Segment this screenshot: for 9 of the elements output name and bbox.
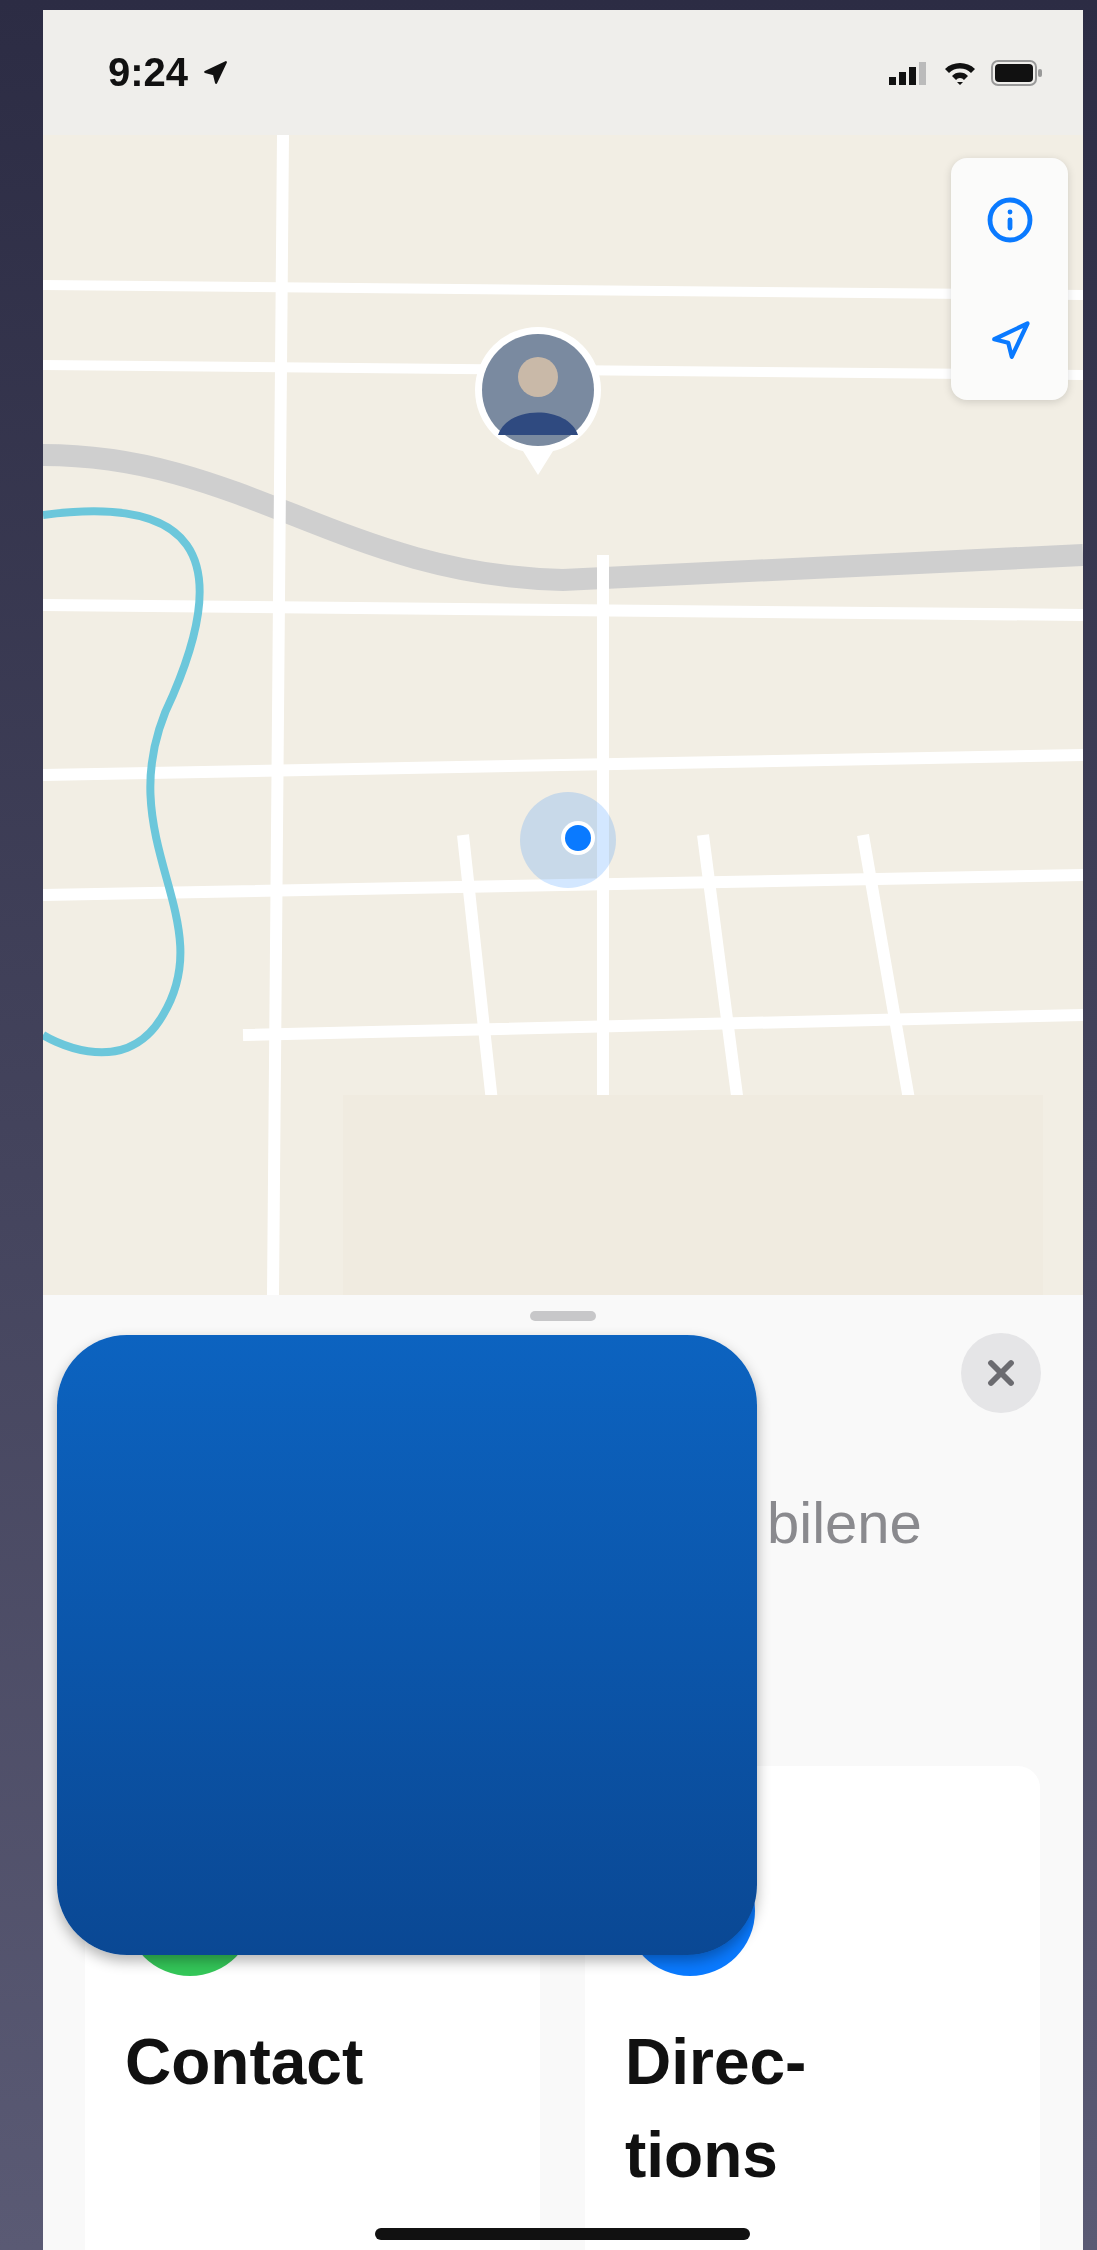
avatar-pin-icon xyxy=(473,325,603,475)
action-label: Direc-tions xyxy=(625,2025,808,2193)
status-time: 9:24 xyxy=(108,50,189,95)
location-dot-icon xyxy=(518,790,618,890)
location-arrow-icon xyxy=(202,59,229,86)
action-label: Contact xyxy=(125,2025,365,2100)
signal-icon xyxy=(889,60,929,85)
battery-icon xyxy=(991,59,1043,86)
location-subtitle: bilene xyxy=(767,1489,923,1556)
